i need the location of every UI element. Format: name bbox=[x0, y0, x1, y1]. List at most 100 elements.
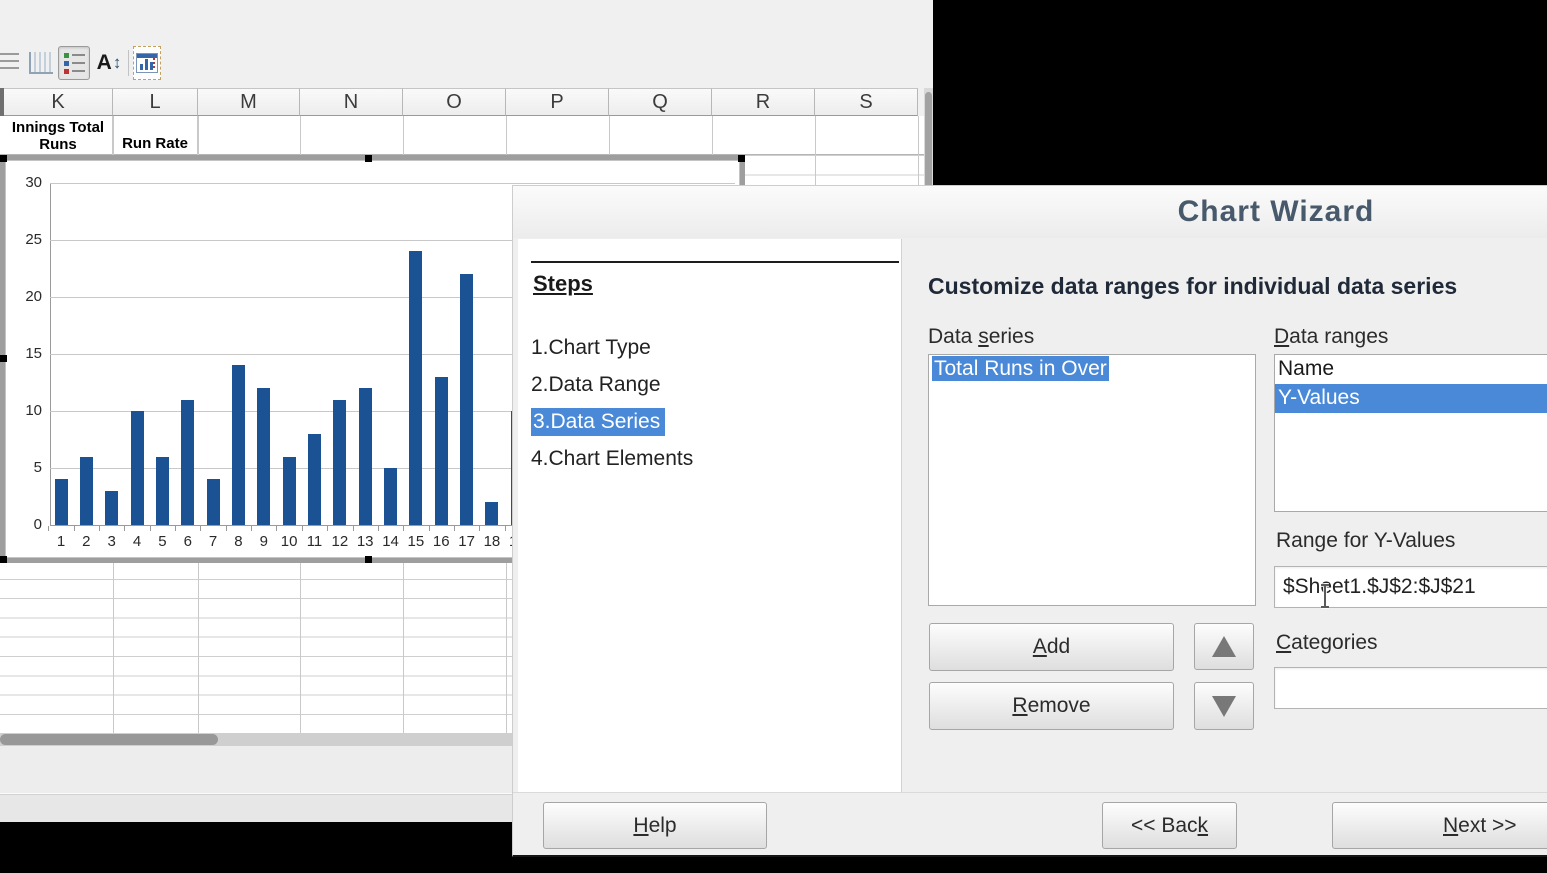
data-range-item-name[interactable]: Name bbox=[1275, 355, 1547, 384]
bar-over-18[interactable] bbox=[485, 502, 498, 525]
wizard-step-4[interactable]: 4.Chart Elements bbox=[531, 447, 891, 484]
column-header-Q[interactable]: Q bbox=[609, 88, 712, 116]
x-axis-tick-label: 12 bbox=[327, 533, 353, 550]
column-header-S[interactable]: S bbox=[815, 88, 918, 116]
scale-text-icon[interactable]: A ↕ bbox=[92, 46, 126, 80]
data-series-listbox[interactable]: Total Runs in Over bbox=[928, 354, 1256, 606]
data-table-glyph bbox=[136, 53, 158, 73]
bar-over-8[interactable] bbox=[232, 365, 245, 525]
axes-grid-glyph bbox=[29, 52, 53, 74]
page-heading: Customize data ranges for individual dat… bbox=[928, 273, 1457, 300]
resize-handle-mid-left[interactable] bbox=[0, 355, 7, 362]
x-axis-tick bbox=[200, 526, 201, 531]
range-for-y-label: Range for Y-Values bbox=[1276, 529, 1455, 553]
x-axis-tick bbox=[378, 526, 379, 531]
dialog-header[interactable]: Chart Wizard bbox=[513, 186, 1547, 238]
back-button[interactable]: << Back bbox=[1102, 802, 1237, 849]
sheet-row-1: Innings Total Runs Run Rate bbox=[0, 116, 924, 155]
legend-toggle-icon[interactable] bbox=[58, 46, 90, 80]
resize-handle-top-right[interactable] bbox=[738, 155, 745, 162]
up-down-arrow-icon: ↕ bbox=[113, 53, 122, 73]
x-axis-tick bbox=[429, 526, 430, 531]
bar-over-13[interactable] bbox=[359, 388, 372, 525]
resize-handle-top-center[interactable] bbox=[365, 155, 372, 162]
x-axis-tick-label: 14 bbox=[378, 533, 404, 550]
resize-handle-bottom-left[interactable] bbox=[0, 556, 7, 563]
y-axis-tick-label: 15 bbox=[8, 345, 42, 362]
bar-over-14[interactable] bbox=[384, 468, 397, 525]
x-axis-tick bbox=[251, 526, 252, 531]
footer-divider bbox=[513, 792, 1547, 793]
move-down-button[interactable] bbox=[1194, 682, 1254, 730]
bar-over-12[interactable] bbox=[333, 400, 346, 525]
x-axis-tick-label: 8 bbox=[225, 533, 251, 550]
bar-over-1[interactable] bbox=[55, 479, 68, 525]
bar-over-7[interactable] bbox=[207, 479, 220, 525]
column-header-L[interactable]: L bbox=[113, 88, 198, 116]
add-button[interactable]: Add bbox=[929, 623, 1174, 671]
x-axis-tick-label: 13 bbox=[352, 533, 378, 550]
bar-over-15[interactable] bbox=[409, 251, 422, 525]
text-cursor bbox=[1318, 582, 1332, 615]
wizard-step-3[interactable]: 3.Data Series bbox=[531, 410, 891, 447]
column-header-O[interactable]: O bbox=[403, 88, 506, 116]
remove-button[interactable]: Remove bbox=[929, 682, 1174, 730]
data-ranges-listbox[interactable]: NameY-Values bbox=[1274, 354, 1547, 512]
x-axis-tick-label: 15 bbox=[403, 533, 429, 550]
data-series-item[interactable]: Total Runs in Over bbox=[929, 355, 1255, 384]
x-axis-tick bbox=[175, 526, 176, 531]
cell-K1[interactable]: Innings Total Runs bbox=[4, 116, 113, 155]
wizard-step-1[interactable]: 1.Chart Type bbox=[531, 336, 891, 373]
bar-over-2[interactable] bbox=[80, 457, 93, 525]
column-header-M[interactable]: M bbox=[198, 88, 300, 116]
categories-input[interactable] bbox=[1274, 667, 1547, 709]
horizontal-scrollbar-thumb[interactable] bbox=[0, 734, 218, 745]
x-axis-tick-label: 6 bbox=[175, 533, 201, 550]
bar-over-6[interactable] bbox=[181, 400, 194, 525]
cell-L1[interactable]: Run Rate bbox=[113, 116, 198, 155]
resize-handle-bottom-center[interactable] bbox=[365, 556, 372, 563]
x-axis-tick bbox=[150, 526, 151, 531]
scale-text-letter: A bbox=[97, 51, 112, 75]
data-table-icon[interactable] bbox=[133, 46, 161, 80]
x-axis-tick-label: 3 bbox=[99, 533, 125, 550]
bar-over-11[interactable] bbox=[308, 434, 321, 525]
y-axis-tick-label: 0 bbox=[8, 516, 42, 533]
chart-edit-toolbar: A ↕ bbox=[0, 44, 933, 84]
bar-over-3[interactable] bbox=[105, 491, 118, 525]
resize-handle-top-left[interactable] bbox=[0, 155, 7, 162]
data-ranges-label: Data ranges bbox=[1274, 325, 1388, 349]
y-axis-tick-label: 30 bbox=[8, 174, 42, 191]
column-header-K[interactable]: K bbox=[4, 88, 113, 116]
column-header-P[interactable]: P bbox=[506, 88, 609, 116]
x-axis-tick bbox=[276, 526, 277, 531]
y-axis-tick-label: 5 bbox=[8, 459, 42, 476]
toolbar-separator bbox=[128, 50, 129, 76]
column-header-R[interactable]: R bbox=[712, 88, 815, 116]
x-axis-tick bbox=[302, 526, 303, 531]
bar-over-5[interactable] bbox=[156, 457, 169, 525]
next-button[interactable]: Next >> bbox=[1332, 802, 1547, 849]
x-axis-tick-label: 2 bbox=[73, 533, 99, 550]
axes-grid-icon[interactable] bbox=[28, 46, 54, 80]
column-header-N[interactable]: N bbox=[300, 88, 403, 116]
x-axis-tick bbox=[403, 526, 404, 531]
wizard-step-2[interactable]: 2.Data Range bbox=[531, 373, 891, 410]
y-axis-tick-label: 10 bbox=[8, 402, 42, 419]
x-axis-tick bbox=[226, 526, 227, 531]
move-up-button[interactable] bbox=[1194, 623, 1254, 670]
x-axis-tick-label: 10 bbox=[276, 533, 302, 550]
steps-divider bbox=[531, 261, 899, 263]
bar-over-4[interactable] bbox=[131, 411, 144, 525]
range-for-y-input[interactable]: $Sheet1.$J$2:$J$21 bbox=[1274, 566, 1547, 608]
data-range-item-y-values[interactable]: Y-Values bbox=[1275, 384, 1547, 413]
up-arrow-icon bbox=[1212, 636, 1236, 657]
bar-over-17[interactable] bbox=[460, 274, 473, 525]
text-lines-glyph bbox=[0, 53, 19, 73]
dialog-title: Chart Wizard bbox=[1178, 195, 1375, 229]
help-button[interactable]: Help bbox=[543, 802, 767, 849]
bar-over-10[interactable] bbox=[283, 457, 296, 525]
bar-over-16[interactable] bbox=[435, 377, 448, 525]
bar-over-9[interactable] bbox=[257, 388, 270, 525]
text-lines-icon[interactable] bbox=[0, 46, 20, 80]
